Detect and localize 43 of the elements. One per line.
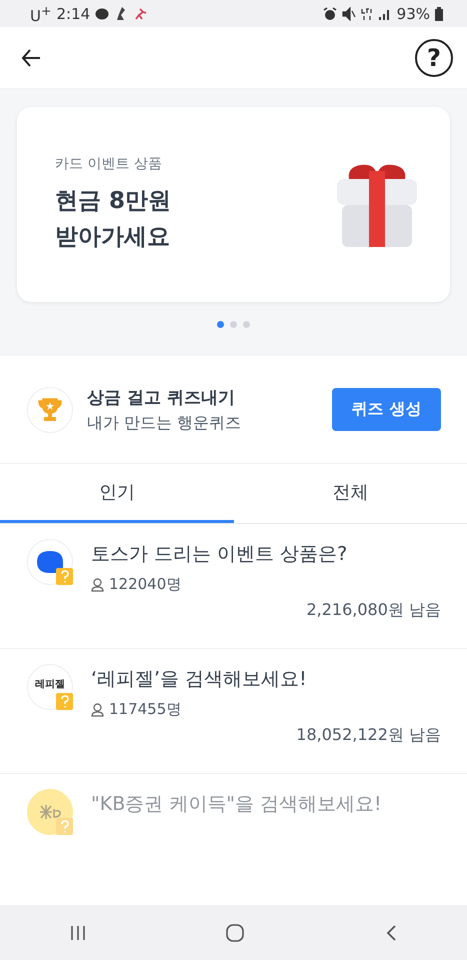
tab[interactable]: 인기 bbox=[0, 464, 234, 523]
page-indicator-dot[interactable] bbox=[230, 321, 237, 328]
banner-title: 받아가세요 bbox=[55, 222, 171, 252]
three-lines-icon bbox=[69, 924, 88, 942]
quiz-title: ‘레피젤’을 검색해보세요! bbox=[91, 667, 308, 692]
person-icon bbox=[91, 702, 104, 716]
tab[interactable]: 전체 bbox=[234, 464, 467, 523]
help-button[interactable]: ? bbox=[415, 38, 453, 76]
battery-percent: 93% bbox=[396, 4, 430, 22]
back-arrow-icon bbox=[20, 46, 42, 68]
promo-title: 상금 걸고 퀴즈내기 bbox=[87, 386, 236, 408]
question-badge-icon bbox=[56, 693, 73, 710]
clock: 2:14 bbox=[56, 4, 90, 22]
banner-caption: 카드 이벤트 상품 bbox=[55, 154, 163, 172]
participant-count: 122040명 bbox=[109, 575, 182, 594]
remaining-prize: 2,216,080원 남음 bbox=[306, 600, 441, 621]
speech-bubble-icon bbox=[36, 550, 64, 574]
rounded-square-icon bbox=[225, 922, 246, 942]
alarm-icon bbox=[322, 6, 337, 20]
chat-bubble-icon bbox=[95, 6, 110, 20]
battery-icon bbox=[435, 6, 443, 20]
gift-icon bbox=[337, 162, 417, 246]
trophy-icon bbox=[37, 396, 63, 422]
quiz-title: "KB증권 케이득"을 검색해보세요! bbox=[91, 792, 383, 817]
promo-subtitle: 내가 만드는 행운퀴즈 bbox=[87, 412, 242, 434]
person-icon bbox=[91, 578, 104, 592]
page-indicator-dot[interactable] bbox=[243, 321, 250, 328]
quiz-title: 토스가 드리는 이벤트 상품은? bbox=[91, 542, 348, 567]
participant-count: 117455명 bbox=[109, 700, 182, 719]
mute-icon bbox=[342, 6, 356, 20]
runner-icon bbox=[133, 6, 148, 20]
brand-logo-text: 레피젤 bbox=[35, 678, 65, 691]
page-indicator-dot[interactable] bbox=[217, 321, 224, 328]
banner-title: 현금 8만원 bbox=[55, 186, 172, 216]
quiz-item[interactable]: 레피젤 ‘레피젤’을 검색해보세요! 117455명 18,052,122원 남음 bbox=[0, 649, 467, 774]
carrier-label: U$^{+}$ bbox=[30, 2, 52, 24]
banner-card[interactable]: 카드 이벤트 상품 현금 8만원 받아가세요 bbox=[17, 107, 450, 302]
question-badge-icon bbox=[56, 568, 73, 585]
remaining-prize: 18,052,122원 남음 bbox=[296, 725, 441, 746]
question-badge-icon bbox=[56, 818, 73, 835]
quiz-item[interactable]: 토스가 드리는 이벤트 상품은? 122040명 2,216,080원 남음 bbox=[0, 524, 467, 649]
create-quiz-button[interactable]: 퀴즈 생성 bbox=[332, 388, 441, 431]
star-mark-icon bbox=[38, 803, 62, 821]
